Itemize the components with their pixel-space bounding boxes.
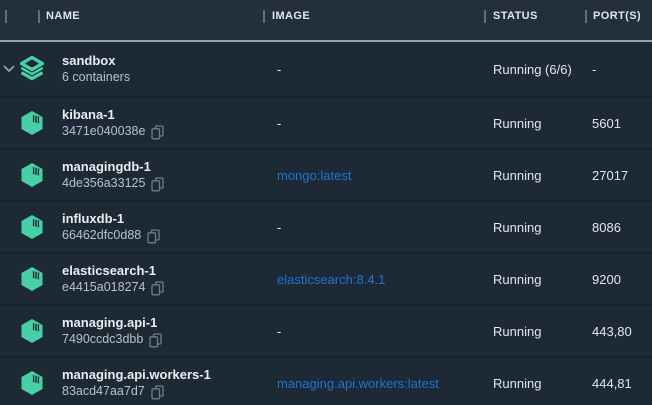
copy-icon[interactable]	[147, 229, 160, 244]
status-cell: Running	[493, 98, 541, 148]
image-cell: elasticsearch:8.4.1	[277, 254, 385, 304]
table-row[interactable]: managingdb-1 4de356a33125 mongo:latest R…	[0, 150, 652, 202]
column-separator	[263, 10, 265, 23]
image-cell: -	[277, 98, 281, 148]
column-header-image[interactable]: IMAGE	[272, 10, 310, 22]
container-id: 7490ccdc3dbb	[62, 331, 143, 348]
table-row[interactable]: managing.api.workers-1 83acd47aa7d7 mana…	[0, 358, 652, 405]
container-name-block: managing.api-1 7490ccdc3dbb	[62, 314, 162, 348]
status-text: Running	[493, 168, 541, 183]
status-cell: Running	[493, 306, 541, 356]
ports-text: 27017	[592, 168, 628, 183]
chevron-down-icon[interactable]	[3, 65, 15, 74]
container-name-block: sandbox 6 containers	[62, 52, 130, 86]
ports-text: 443,80	[592, 324, 632, 339]
container-id: 6 containers	[62, 69, 130, 86]
container-id: 3471e040038e	[62, 123, 145, 140]
table-row[interactable]: managing.api-1 7490ccdc3dbb - Running 44…	[0, 306, 652, 358]
image-name[interactable]: managing.api.workers:latest	[277, 376, 439, 391]
column-separator	[5, 10, 7, 23]
container-name: sandbox	[62, 52, 130, 69]
table-header: NAME IMAGE STATUS PORT(S)	[0, 0, 652, 42]
status-cell: Running	[493, 202, 541, 252]
table-row[interactable]: kibana-1 3471e040038e - Running 5601	[0, 98, 652, 150]
container-name: elasticsearch-1	[62, 262, 164, 279]
status-text: Running (6/6)	[493, 62, 572, 77]
image-cell: -	[277, 42, 281, 96]
container-cube-icon	[20, 266, 44, 292]
ports-cell: 8086	[592, 202, 621, 252]
ports-cell: 444,81	[592, 358, 632, 405]
container-cube-icon	[20, 370, 44, 396]
container-id: 83acd47aa7d7	[62, 383, 145, 400]
column-header-ports[interactable]: PORT(S)	[593, 10, 641, 22]
ports-cell: 27017	[592, 150, 628, 200]
copy-icon[interactable]	[151, 125, 164, 140]
container-name: managing.api.workers-1	[62, 366, 211, 383]
container-name-block: elasticsearch-1 e4415a018274	[62, 262, 164, 296]
image-name[interactable]: mongo:latest	[277, 168, 351, 183]
status-cell: Running	[493, 254, 541, 304]
container-name: kibana-1	[62, 106, 164, 123]
table-row[interactable]: sandbox 6 containers - Running (6/6) -	[0, 42, 652, 98]
image-name: -	[277, 220, 281, 235]
ports-text: 9200	[592, 272, 621, 287]
containers-table: NAME IMAGE STATUS PORT(S)	[0, 0, 652, 405]
container-name-block: managing.api.workers-1 83acd47aa7d7	[62, 366, 211, 400]
status-text: Running	[493, 272, 541, 287]
column-separator	[38, 10, 40, 23]
column-header-status[interactable]: STATUS	[493, 10, 538, 22]
column-header-name[interactable]: NAME	[46, 10, 80, 22]
ports-cell: 9200	[592, 254, 621, 304]
image-name: -	[277, 62, 281, 77]
container-name: managingdb-1	[62, 158, 164, 175]
container-name-block: kibana-1 3471e040038e	[62, 106, 164, 140]
compose-stack-icon	[20, 56, 44, 82]
status-text: Running	[493, 220, 541, 235]
ports-text: 8086	[592, 220, 621, 235]
image-name[interactable]: elasticsearch:8.4.1	[277, 272, 385, 287]
status-cell: Running	[493, 150, 541, 200]
container-name: influxdb-1	[62, 210, 160, 227]
ports-cell: 5601	[592, 98, 621, 148]
copy-icon[interactable]	[151, 281, 164, 296]
status-cell: Running (6/6)	[493, 42, 572, 96]
container-id: 4de356a33125	[62, 175, 145, 192]
image-name: -	[277, 324, 281, 339]
column-separator	[585, 10, 587, 23]
container-name-block: managingdb-1 4de356a33125	[62, 158, 164, 192]
copy-icon[interactable]	[151, 177, 164, 192]
container-cube-icon	[20, 214, 44, 240]
copy-icon[interactable]	[149, 333, 162, 348]
image-cell: -	[277, 202, 281, 252]
image-name: -	[277, 116, 281, 131]
container-cube-icon	[20, 162, 44, 188]
image-cell: -	[277, 306, 281, 356]
image-cell: managing.api.workers:latest	[277, 358, 439, 405]
status-text: Running	[493, 376, 541, 391]
image-cell: mongo:latest	[277, 150, 351, 200]
container-name: managing.api-1	[62, 314, 162, 331]
copy-icon[interactable]	[151, 385, 164, 400]
status-text: Running	[493, 324, 541, 339]
ports-cell: 443,80	[592, 306, 632, 356]
ports-cell: -	[592, 42, 596, 96]
container-name-block: influxdb-1 66462dfc0d88	[62, 210, 160, 244]
ports-text: 5601	[592, 116, 621, 131]
status-text: Running	[493, 116, 541, 131]
column-separator	[484, 10, 486, 23]
container-cube-icon	[20, 110, 44, 136]
container-cube-icon	[20, 318, 44, 344]
table-row[interactable]: influxdb-1 66462dfc0d88 - Running 8086	[0, 202, 652, 254]
status-cell: Running	[493, 358, 541, 405]
table-row[interactable]: elasticsearch-1 e4415a018274 elasticsear…	[0, 254, 652, 306]
ports-text: -	[592, 62, 596, 77]
container-id: 66462dfc0d88	[62, 227, 141, 244]
container-table-body: sandbox 6 containers - Running (6/6) -	[0, 42, 652, 405]
container-id: e4415a018274	[62, 279, 145, 296]
ports-text: 444,81	[592, 376, 632, 391]
